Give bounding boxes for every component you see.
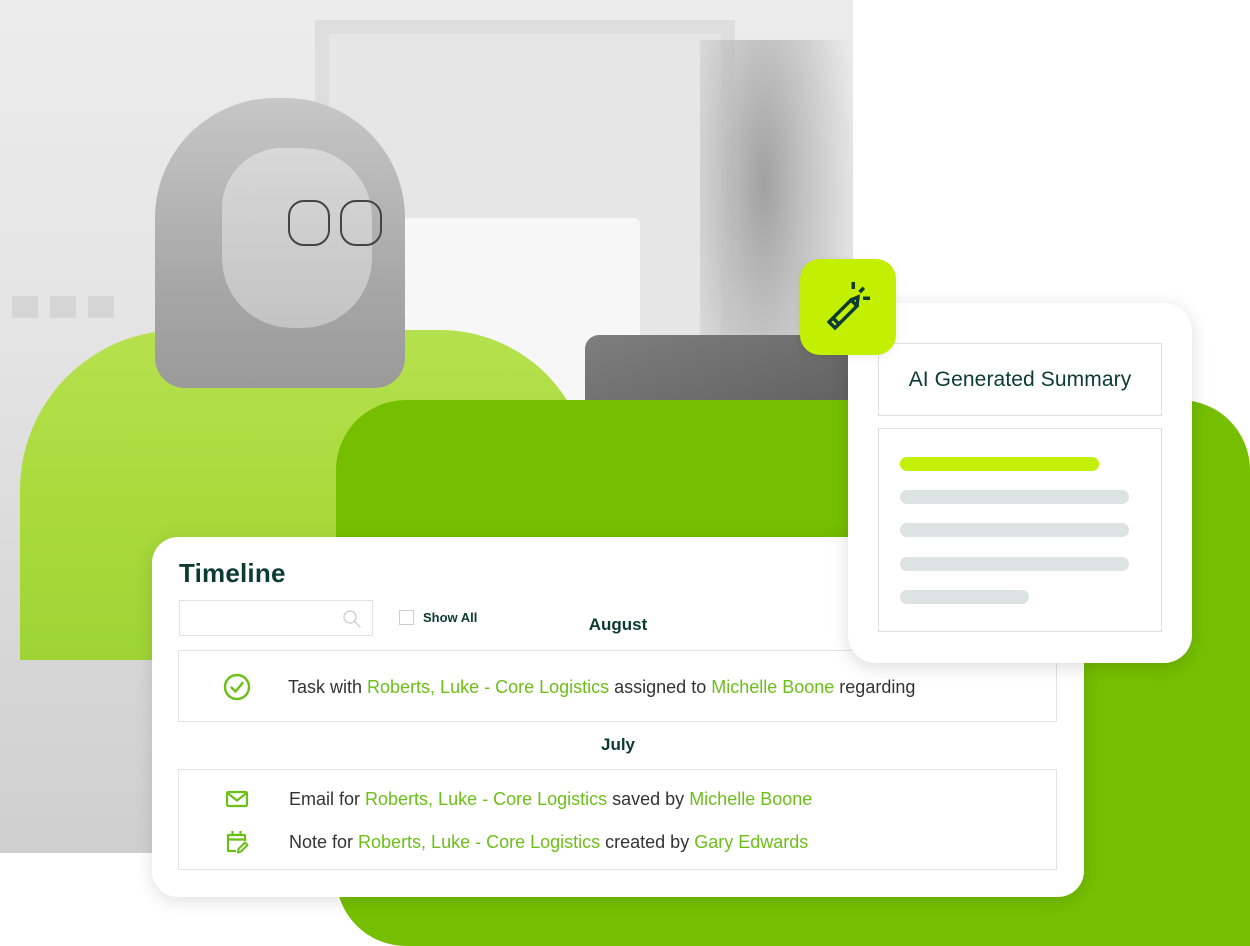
timeline-item-text: Email for Roberts, Luke - Core Logistics… [289,789,812,810]
summary-placeholder-line [900,557,1129,571]
calendar-edit-icon [223,828,251,856]
summary-highlight-line [900,457,1099,471]
ai-magic-badge[interactable] [800,259,896,355]
item-text: saved by [607,788,690,809]
photo-light-switches [12,296,122,318]
summary-placeholder-line [900,490,1129,504]
user-link[interactable]: Michelle Boone [711,677,834,697]
summary-placeholder-line [900,590,1029,604]
item-text: Task with [288,676,368,697]
check-circle-icon [223,673,251,701]
timeline-item-text: Task with Roberts, Luke - Core Logistics… [288,677,915,698]
summary-placeholder-line [900,523,1129,537]
ai-summary-header: AI Generated Summary [878,343,1162,416]
contact-link[interactable]: Roberts, Luke - Core Logistics [365,789,607,809]
contact-link[interactable]: Roberts, Luke - Core Logistics [367,677,609,697]
ai-summary-title: AI Generated Summary [908,367,1132,391]
timeline-item[interactable]: Task with Roberts, Luke - Core Logistics… [179,672,1056,702]
user-link[interactable]: Michelle Boone [689,789,812,809]
photo-person-glasses [288,200,384,254]
item-text: assigned to [609,676,712,697]
item-text: Email for [289,788,366,809]
ai-summary-card: AI Generated Summary [848,303,1192,663]
user-link[interactable]: Gary Edwards [694,832,808,852]
magic-pencil-icon [826,282,870,331]
timeline-item[interactable]: Note for Roberts, Luke - Core Logistics … [179,827,1056,857]
timeline-group-july: Email for Roberts, Luke - Core Logistics… [178,769,1057,870]
contact-link[interactable]: Roberts, Luke - Core Logistics [358,832,600,852]
timeline-item-text: Note for Roberts, Luke - Core Logistics … [289,832,808,853]
ai-summary-body [878,428,1162,632]
item-text: Note for [289,831,359,852]
timeline-item[interactable]: Email for Roberts, Luke - Core Logistics… [179,784,1056,814]
item-text: regarding [834,676,916,697]
month-heading: July [600,735,636,754]
mail-icon [223,785,251,813]
item-text: created by [600,831,695,852]
timeline-title: Timeline [179,558,286,588]
